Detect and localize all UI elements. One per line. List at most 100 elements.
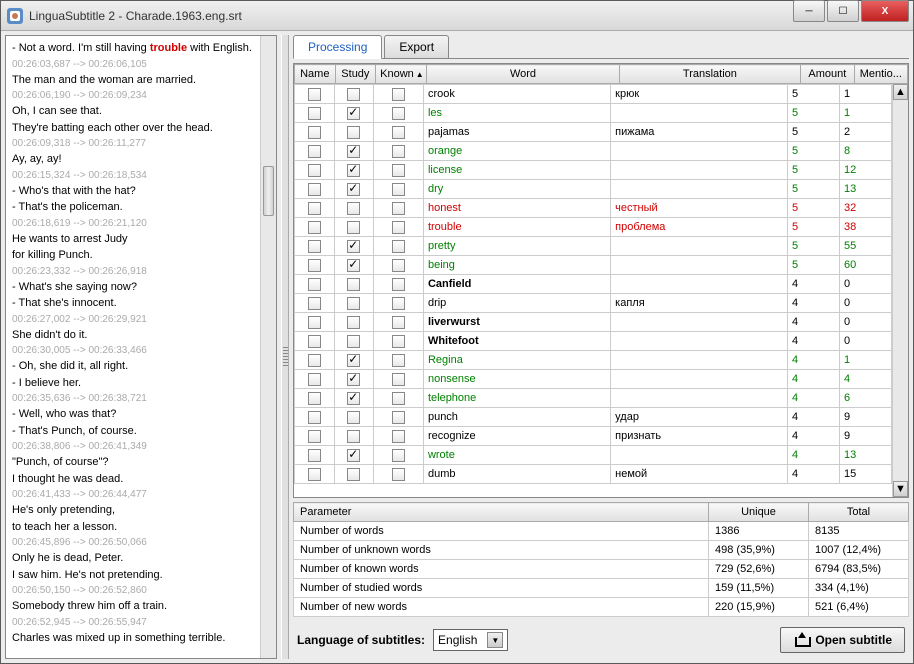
known-checkbox[interactable] xyxy=(392,202,405,215)
study-checkbox[interactable] xyxy=(347,468,360,481)
word-cell[interactable]: les xyxy=(423,104,610,123)
table-row[interactable]: les51 xyxy=(295,104,892,123)
study-checkbox[interactable] xyxy=(347,316,360,329)
word-cell[interactable]: nonsense xyxy=(423,370,610,389)
translation-cell[interactable] xyxy=(611,313,788,332)
subtitle-line[interactable]: Ay, ay, ay! xyxy=(12,151,254,168)
word-cell[interactable]: pajamas xyxy=(423,123,610,142)
col-amount[interactable]: Amount xyxy=(801,65,854,84)
name-checkbox[interactable] xyxy=(308,259,321,272)
study-checkbox[interactable] xyxy=(347,126,360,139)
known-checkbox[interactable] xyxy=(392,240,405,253)
language-select[interactable]: English ▼ xyxy=(433,629,508,651)
name-checkbox[interactable] xyxy=(308,411,321,424)
known-checkbox[interactable] xyxy=(392,392,405,405)
table-row[interactable]: punchудар49 xyxy=(295,408,892,427)
subtitle-line[interactable]: Charles was mixed up in something terrib… xyxy=(12,630,254,647)
dropdown-button[interactable]: ▼ xyxy=(487,632,503,648)
word-cell[interactable]: orange xyxy=(423,142,610,161)
known-checkbox[interactable] xyxy=(392,259,405,272)
known-checkbox[interactable] xyxy=(392,449,405,462)
name-checkbox[interactable] xyxy=(308,145,321,158)
study-checkbox[interactable] xyxy=(347,449,360,462)
known-checkbox[interactable] xyxy=(392,164,405,177)
known-checkbox[interactable] xyxy=(392,430,405,443)
known-checkbox[interactable] xyxy=(392,297,405,310)
maximize-button[interactable]: ☐ xyxy=(827,0,859,22)
translation-cell[interactable] xyxy=(611,389,788,408)
word-cell[interactable]: license xyxy=(423,161,610,180)
col-mention[interactable]: Mentio... xyxy=(854,65,907,84)
study-checkbox[interactable] xyxy=(347,278,360,291)
table-row[interactable]: telephone46 xyxy=(295,389,892,408)
translation-cell[interactable] xyxy=(611,275,788,294)
known-checkbox[interactable] xyxy=(392,335,405,348)
word-cell[interactable]: honest xyxy=(423,199,610,218)
splitter[interactable] xyxy=(281,35,289,659)
word-cell[interactable]: being xyxy=(423,256,610,275)
study-checkbox[interactable] xyxy=(347,240,360,253)
word-cell[interactable]: recognize xyxy=(423,427,610,446)
subtitle-line[interactable]: - Who's that with the hat?- That's the p… xyxy=(12,183,254,216)
stats-col-unique[interactable]: Unique xyxy=(709,503,809,522)
translation-cell[interactable] xyxy=(611,180,788,199)
study-checkbox[interactable] xyxy=(347,259,360,272)
col-known[interactable]: Known▲ xyxy=(376,65,427,84)
study-checkbox[interactable] xyxy=(347,430,360,443)
known-checkbox[interactable] xyxy=(392,126,405,139)
study-checkbox[interactable] xyxy=(347,88,360,101)
translation-cell[interactable] xyxy=(611,161,788,180)
close-button[interactable]: X xyxy=(861,0,909,22)
titlebar[interactable]: LinguaSubtitle 2 - Charade.1963.eng.srt … xyxy=(1,1,913,31)
word-cell[interactable]: telephone xyxy=(423,389,610,408)
name-checkbox[interactable] xyxy=(308,278,321,291)
col-study[interactable]: Study xyxy=(335,65,376,84)
table-row[interactable]: nonsense44 xyxy=(295,370,892,389)
translation-cell[interactable]: немой xyxy=(611,465,788,484)
name-checkbox[interactable] xyxy=(308,373,321,386)
table-row[interactable]: Whitefoot40 xyxy=(295,332,892,351)
subtitle-text[interactable]: - Not a word. I'm still having trouble w… xyxy=(6,36,260,658)
word-cell[interactable]: punch xyxy=(423,408,610,427)
table-row[interactable]: Canfield40 xyxy=(295,275,892,294)
tab-export[interactable]: Export xyxy=(384,35,449,58)
table-row[interactable]: dripкапля40 xyxy=(295,294,892,313)
subtitle-line[interactable]: She didn't do it. xyxy=(12,327,254,344)
name-checkbox[interactable] xyxy=(308,202,321,215)
known-checkbox[interactable] xyxy=(392,183,405,196)
name-checkbox[interactable] xyxy=(308,468,321,481)
table-row[interactable]: pajamasпижама52 xyxy=(295,123,892,142)
translation-cell[interactable] xyxy=(611,370,788,389)
col-translation[interactable]: Translation xyxy=(619,65,801,84)
study-checkbox[interactable] xyxy=(347,164,360,177)
name-checkbox[interactable] xyxy=(308,88,321,101)
subtitle-line[interactable]: - Not a word. I'm still having trouble w… xyxy=(12,40,254,57)
col-word[interactable]: Word xyxy=(427,65,619,84)
name-checkbox[interactable] xyxy=(308,221,321,234)
stats-col-total[interactable]: Total xyxy=(809,503,909,522)
translation-cell[interactable]: признать xyxy=(611,427,788,446)
study-checkbox[interactable] xyxy=(347,392,360,405)
translation-cell[interactable]: честный xyxy=(611,199,788,218)
name-checkbox[interactable] xyxy=(308,354,321,367)
word-cell[interactable]: crook xyxy=(423,85,610,104)
subtitle-line[interactable]: - What's she saying now?- That she's inn… xyxy=(12,279,254,312)
word-cell[interactable]: Whitefoot xyxy=(423,332,610,351)
subtitle-line[interactable]: Only he is dead, Peter.I saw him. He's n… xyxy=(12,550,254,583)
translation-cell[interactable] xyxy=(611,142,788,161)
translation-cell[interactable] xyxy=(611,237,788,256)
minimize-button[interactable]: ─ xyxy=(793,0,825,22)
word-cell[interactable]: pretty xyxy=(423,237,610,256)
scrollbar-thumb[interactable] xyxy=(263,166,274,216)
subtitle-line[interactable]: He wants to arrest Judyfor killing Punch… xyxy=(12,231,254,264)
word-cell[interactable]: dry xyxy=(423,180,610,199)
table-row[interactable]: crookкрюк51 xyxy=(295,85,892,104)
study-checkbox[interactable] xyxy=(347,221,360,234)
word-cell[interactable]: liverwurst xyxy=(423,313,610,332)
known-checkbox[interactable] xyxy=(392,373,405,386)
table-row[interactable]: troubleпроблема538 xyxy=(295,218,892,237)
subtitle-line[interactable]: - Oh, she did it, all right.- I believe … xyxy=(12,358,254,391)
subtitle-line[interactable]: He's only pretending,to teach her a less… xyxy=(12,502,254,535)
name-checkbox[interactable] xyxy=(308,335,321,348)
name-checkbox[interactable] xyxy=(308,449,321,462)
